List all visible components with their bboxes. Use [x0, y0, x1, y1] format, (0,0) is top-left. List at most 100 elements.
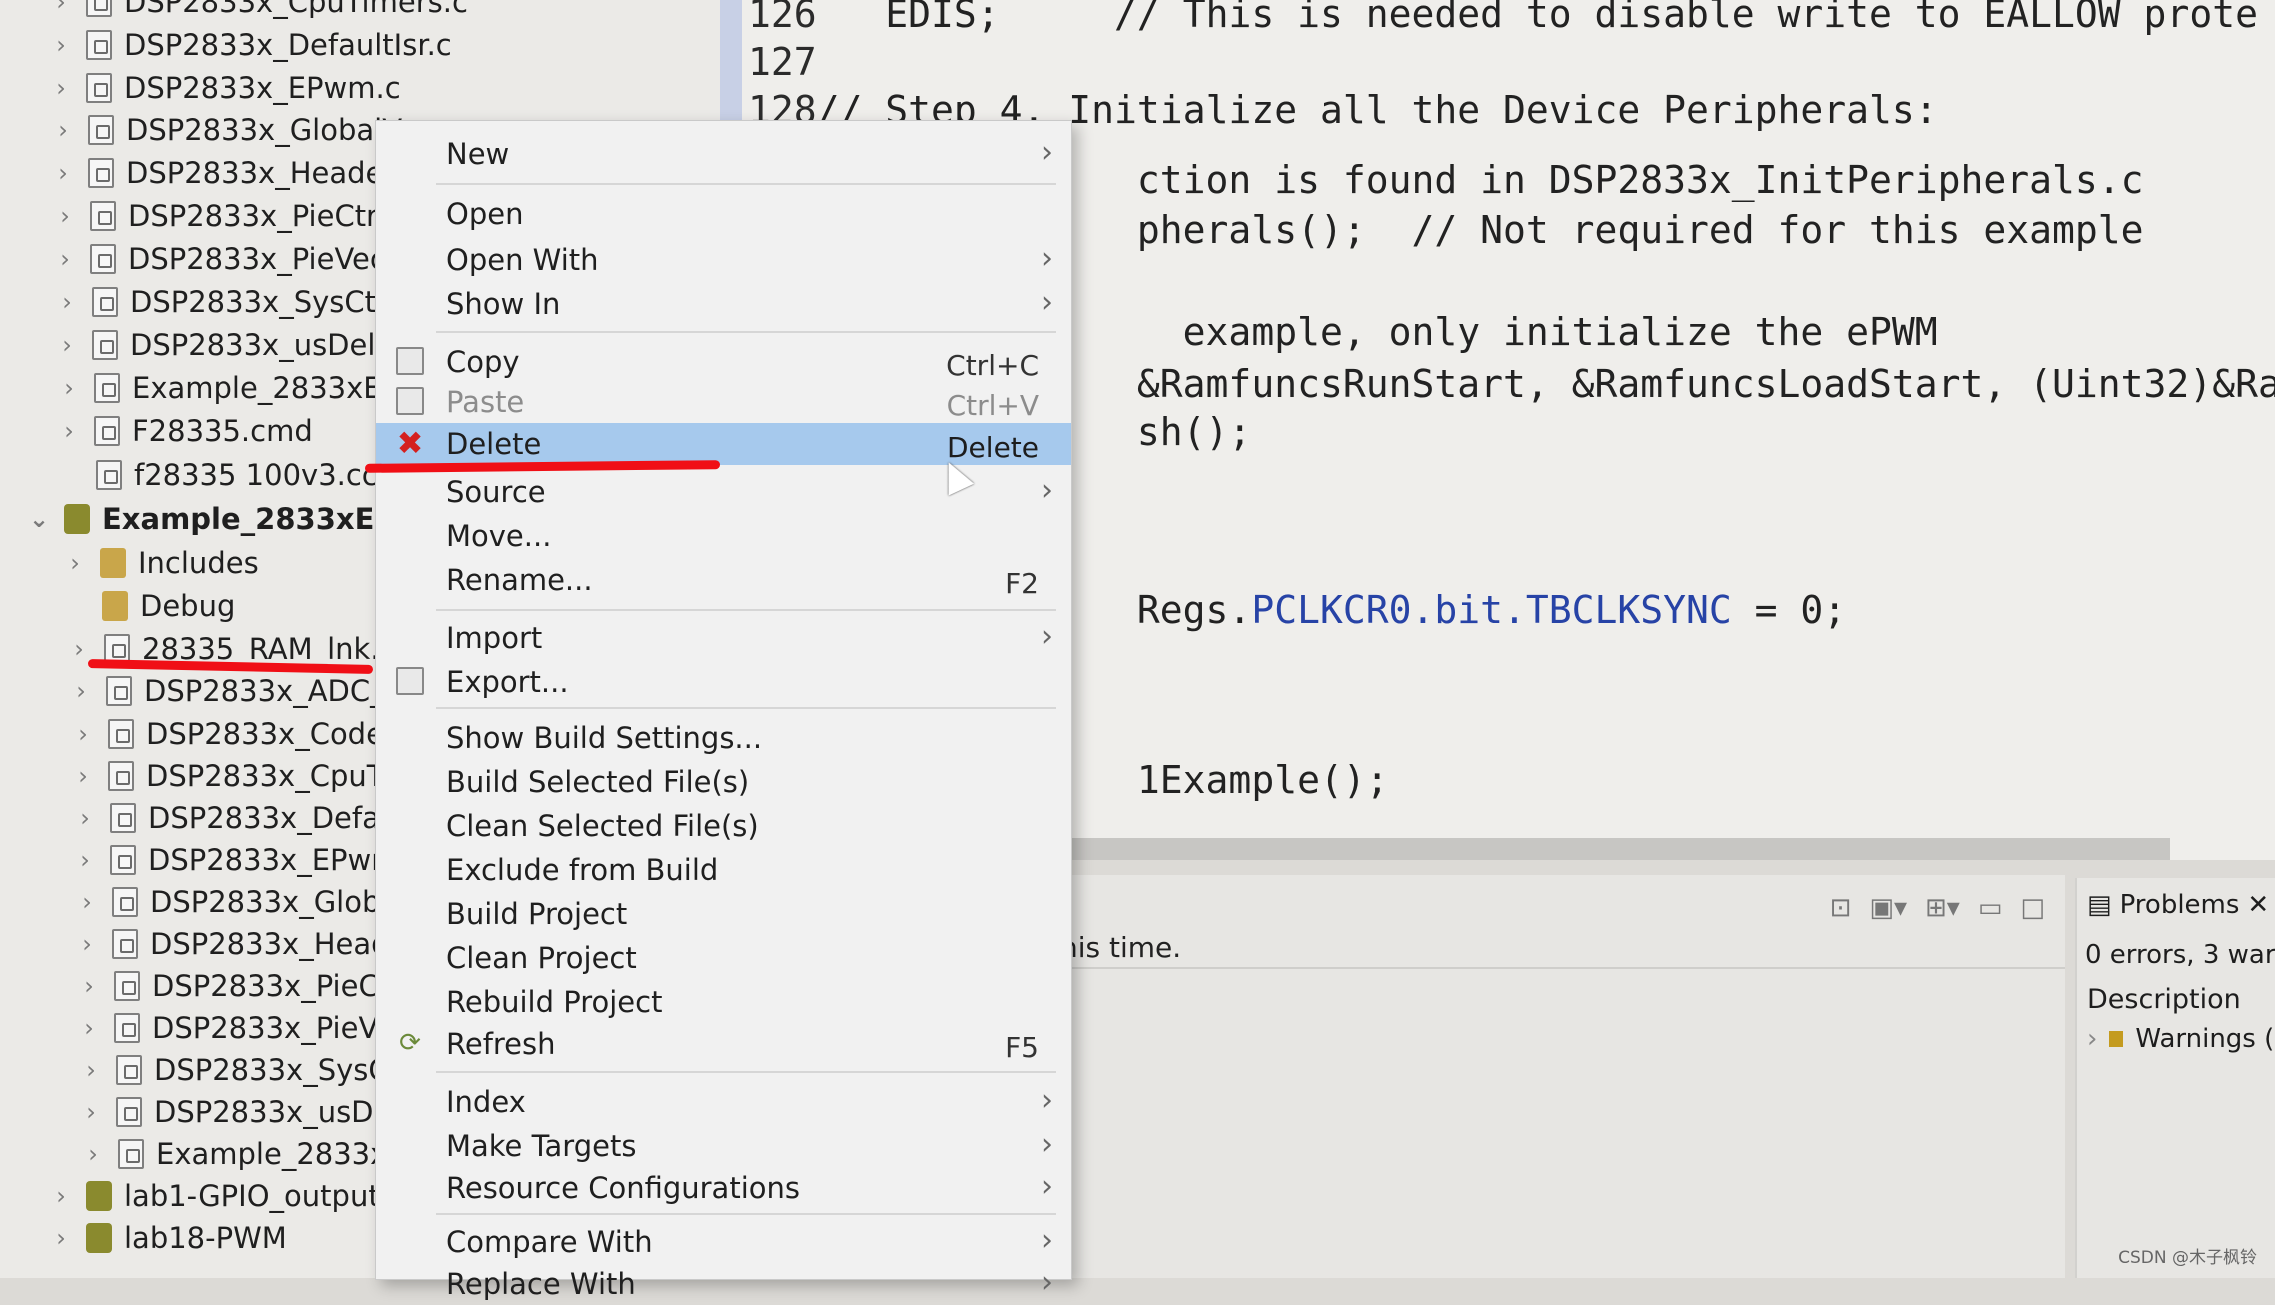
chevron-right-icon[interactable]: › — [80, 1098, 102, 1126]
close-icon[interactable]: ✕ — [2247, 890, 2269, 920]
tree-item[interactable]: › DSP2833x_CpuTimers.c — [50, 0, 468, 22]
tree-item[interactable]: › Example_2833xEP — [82, 1134, 423, 1174]
menu-item-show-in[interactable]: Show In › — [376, 283, 1071, 325]
tree-item[interactable]: › DSP2833x_Heade — [76, 924, 407, 964]
tree-item[interactable]: › DSP2833x_EPwm. — [74, 840, 409, 880]
chevron-right-icon[interactable]: › — [2087, 1024, 2097, 1054]
chevron-right-icon[interactable]: › — [74, 846, 96, 874]
tree-item[interactable]: › DSP2833x_PieVec — [78, 1008, 410, 1048]
tree-item[interactable]: › lab18-PWM — [50, 1218, 287, 1258]
chevron-right-icon[interactable]: › — [52, 159, 74, 187]
code-line[interactable]: 127 — [748, 40, 817, 84]
chevron-right-icon[interactable]: › — [58, 417, 80, 445]
menu-item-shortcut: Ctrl+V — [946, 389, 1039, 422]
tree-item[interactable]: › DSP2833x_SysCtrl — [56, 282, 396, 322]
tree-item[interactable]: › DSP2833x_GlobalV — [52, 110, 402, 150]
chevron-right-icon[interactable]: › — [78, 972, 100, 1000]
chevron-right-icon[interactable]: › — [56, 331, 78, 359]
tree-item[interactable]: › Example_2833xEP — [58, 368, 399, 408]
tree-item[interactable]: › DSP2833x_EPwm.c — [50, 68, 400, 108]
menu-item-move[interactable]: Move... — [376, 515, 1071, 557]
menu-item-open[interactable]: Open — [376, 193, 1071, 235]
chevron-right-icon[interactable]: › — [72, 720, 94, 748]
menu-item-exclude-from-build[interactable]: Exclude from Build — [376, 849, 1071, 891]
tree-item[interactable]: › DSP2833x_SysCtrl — [80, 1050, 420, 1090]
code-line[interactable]: 126 EDIS; // This is needed to disable w… — [748, 0, 2258, 36]
menu-item-refresh[interactable]: ⟳ Refresh F5 — [376, 1023, 1071, 1065]
menu-item-label: Index — [446, 1085, 526, 1119]
tree-item-label: DSP2833x_PieVec — [128, 242, 386, 276]
chevron-right-icon[interactable]: › — [82, 1140, 104, 1168]
menu-item-compare-with[interactable]: Compare With › — [376, 1221, 1071, 1263]
minimize-icon[interactable]: ▭ — [1978, 893, 2003, 923]
tree-item[interactable]: ⌄ Example_2833xEPw — [28, 499, 423, 539]
chevron-right-icon[interactable]: › — [54, 245, 76, 273]
description-column-header[interactable]: Description — [2087, 984, 2241, 1015]
problems-tab[interactable]: ▤ Problems ✕ — [2087, 890, 2269, 920]
tree-item[interactable]: › DSP2833x_GlobalV — [76, 882, 426, 922]
chevron-right-icon[interactable]: › — [78, 1014, 100, 1042]
chevron-right-icon[interactable]: › — [68, 635, 90, 663]
open-console-icon[interactable]: ⊞▾ — [1925, 893, 1960, 923]
chevron-right-icon[interactable]: › — [76, 930, 98, 958]
tree-item[interactable]: › DSP2833x_usDela — [56, 325, 393, 365]
tree-item[interactable]: › DSP2833x_PieCtrl — [54, 196, 386, 236]
chevron-right-icon[interactable]: › — [50, 1182, 72, 1210]
menu-item-copy[interactable]: Copy Ctrl+C — [376, 341, 1071, 383]
menu-item-import[interactable]: Import › — [376, 617, 1071, 659]
tree-item[interactable]: › lab1-GPIO_output_LI — [50, 1176, 419, 1216]
tree-item[interactable]: f28335 100v3.ccx — [60, 455, 395, 495]
menu-item-export[interactable]: Export... — [376, 661, 1071, 703]
menu-item-label: Replace With — [446, 1267, 636, 1301]
maximize-icon[interactable]: □ — [2020, 893, 2045, 923]
menu-item-replace-with[interactable]: Replace With › — [376, 1263, 1071, 1305]
chevron-right-icon[interactable]: › — [56, 288, 78, 316]
menu-item-index[interactable]: Index › — [376, 1081, 1071, 1123]
menu-item-paste[interactable]: Paste Ctrl+V — [376, 381, 1071, 423]
display-console-icon[interactable]: ▣▾ — [1869, 893, 1907, 923]
warnings-tree-item[interactable]: › Warnings (: — [2087, 1024, 2275, 1054]
chevron-right-icon[interactable]: › — [50, 31, 72, 59]
menu-item-label: Build Project — [446, 897, 628, 931]
tree-item[interactable]: › DSP2833x_Heade — [52, 153, 383, 193]
tree-item[interactable]: › Includes — [64, 543, 259, 583]
tree-item[interactable]: › DSP2833x_PieCtrl — [78, 966, 410, 1006]
chevron-right-icon[interactable]: › — [72, 762, 94, 790]
tree-item[interactable]: › DSP2833x_ADC_c — [70, 671, 400, 711]
chevron-right-icon[interactable]: › — [50, 0, 72, 16]
menu-item-new[interactable]: New › — [376, 133, 1071, 175]
chevron-right-icon[interactable]: › — [58, 374, 80, 402]
menu-item-open-with[interactable]: Open With › — [376, 239, 1071, 281]
menu-item-label: Open — [446, 197, 524, 231]
tree-item[interactable]: › F28335.cmd — [58, 411, 313, 451]
tree-item[interactable]: › DSP2833x_usDela — [80, 1092, 417, 1132]
menu-item-rebuild-project[interactable]: Rebuild Project — [376, 981, 1071, 1023]
menu-item-delete[interactable]: ✖ Delete Delete — [376, 423, 1071, 465]
menu-item-show-build-settings[interactable]: Show Build Settings... — [376, 717, 1071, 759]
menu-item-rename[interactable]: Rename... F2 — [376, 559, 1071, 601]
tree-item[interactable]: › DSP2833x_DefaultIsr.c — [50, 25, 452, 65]
menu-item-clean-selected-file-s[interactable]: Clean Selected File(s) — [376, 805, 1071, 847]
tree-item[interactable]: › DSP2833x_CpuTin — [72, 756, 410, 796]
chevron-right-icon[interactable]: › — [52, 116, 74, 144]
chevron-right-icon[interactable]: › — [80, 1056, 102, 1084]
menu-item-build-project[interactable]: Build Project — [376, 893, 1071, 935]
pin-icon[interactable]: ⊡ — [1830, 893, 1852, 923]
chevron-right-icon[interactable]: › — [54, 202, 76, 230]
chevron-right-icon[interactable]: › — [50, 74, 72, 102]
tree-item-label: DSP2833x_Heade — [150, 927, 408, 961]
tree-item[interactable]: › DSP2833x_PieVec — [54, 239, 386, 279]
tree-item[interactable]: › DSP2833x_Defaul — [74, 798, 406, 838]
chevron-right-icon[interactable]: › — [74, 804, 96, 832]
chevron-right-icon[interactable]: › — [64, 549, 86, 577]
chevron-down-icon[interactable]: ⌄ — [28, 505, 50, 533]
menu-item-make-targets[interactable]: Make Targets › — [376, 1125, 1071, 1167]
chevron-right-icon[interactable]: › — [70, 677, 92, 705]
menu-item-build-selected-file-s[interactable]: Build Selected File(s) — [376, 761, 1071, 803]
tree-item[interactable]: Debug — [66, 586, 235, 626]
chevron-right-icon[interactable]: › — [50, 1224, 72, 1252]
chevron-right-icon[interactable]: › — [76, 888, 98, 916]
menu-item-clean-project[interactable]: Clean Project — [376, 937, 1071, 979]
tree-item[interactable]: › DSP2833x_CodeS — [72, 714, 402, 754]
menu-item-resource-configurations[interactable]: Resource Configurations › — [376, 1167, 1071, 1209]
